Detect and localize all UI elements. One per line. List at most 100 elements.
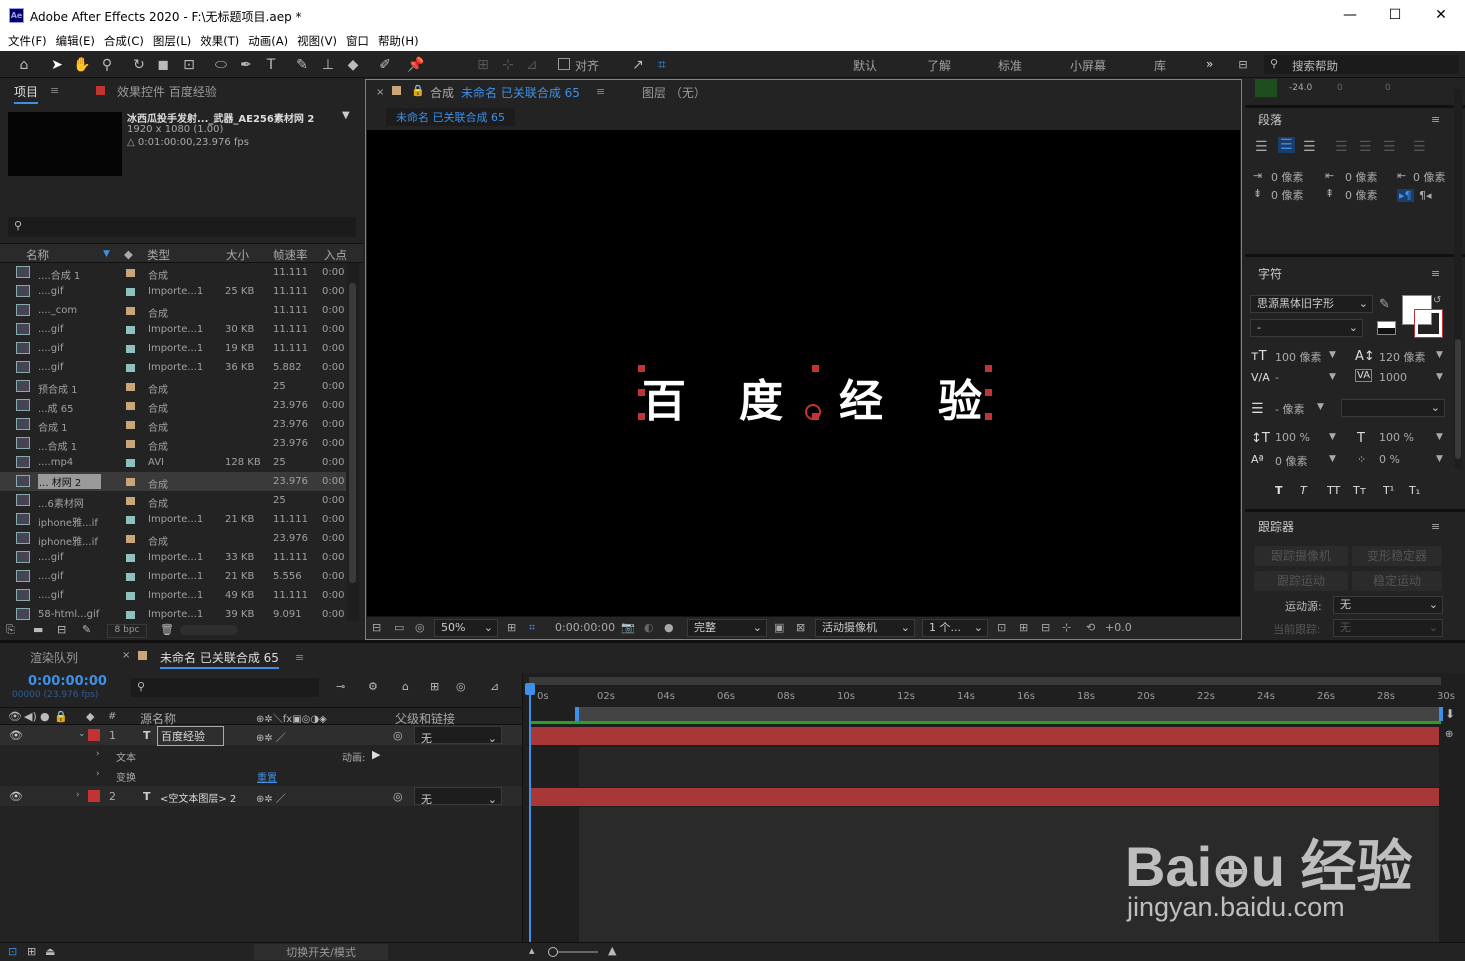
tsume-value[interactable]: 0 % — [1379, 453, 1400, 466]
timeline-icon[interactable]: ⊟ — [1041, 621, 1050, 634]
time-navigator[interactable] — [529, 677, 1441, 685]
region-icon[interactable]: ⌗ — [529, 621, 535, 635]
small-caps-button[interactable]: Tт — [1353, 484, 1366, 497]
selection-tool-icon[interactable]: ➤ — [47, 55, 67, 75]
current-track-select[interactable]: 无 ⌄ — [1333, 619, 1443, 637]
solo-icon[interactable]: ● — [40, 710, 50, 723]
delete-icon[interactable]: 🗑 — [160, 623, 174, 636]
label-swatch[interactable] — [126, 573, 135, 581]
workspace-library[interactable]: 库 — [1154, 57, 1166, 74]
comp-tab-prefix[interactable]: 合成 — [430, 84, 454, 101]
thumbnail-slider[interactable] — [180, 625, 238, 635]
video-toggle-icon[interactable]: 👁 — [8, 710, 22, 723]
label-swatch[interactable] — [126, 478, 135, 486]
project-item[interactable]: 58-html...gif Importe...1 39 KB 9.091 0:00 — [0, 605, 346, 621]
project-item[interactable]: ....合成 1 合成 11.111 0:00 — [0, 263, 346, 282]
transparency-grid-icon[interactable]: ⊠ — [796, 621, 805, 634]
viewer-timecode[interactable]: 0:00:00:00 — [555, 621, 615, 634]
project-item[interactable]: ...6素材网 合成 25 0:00 — [0, 491, 346, 510]
justify-all-icon[interactable]: ☰ — [1413, 139, 1426, 155]
roto-brush-tool-icon[interactable]: ✐ — [375, 55, 395, 75]
layer-switches-pane-icon[interactable]: ⊡ — [8, 945, 17, 958]
parent-select[interactable]: 无 ⌄ — [414, 726, 502, 745]
project-scrollbar[interactable] — [347, 263, 359, 621]
bpc-button[interactable]: 8 bpc — [107, 624, 147, 638]
camera-select[interactable]: 活动摄像机 ⌄ — [815, 619, 915, 637]
timeline-menu-icon[interactable]: ≡ — [295, 651, 304, 664]
layer-property-text[interactable]: › 文本 动画: ▶ — [0, 745, 522, 765]
home-icon[interactable]: ⌂ — [14, 55, 34, 75]
label-swatch[interactable] — [126, 326, 135, 334]
bbox-handle[interactable] — [985, 365, 992, 372]
project-item[interactable]: ....gif Importe...1 19 KB 11.111 0:00 — [0, 339, 346, 358]
col-in[interactable]: 入点 — [324, 247, 347, 263]
justify-right-icon[interactable]: ☰ — [1383, 139, 1396, 155]
lock-column-icon[interactable]: 🔒 — [54, 710, 68, 723]
project-item[interactable]: ....gif Importe...1 36 KB 5.882 0:00 — [0, 358, 346, 377]
comp-marker-icon[interactable]: ⬇ — [1445, 707, 1455, 721]
layer-tab[interactable]: 图层 （无） — [642, 84, 706, 101]
menu-item[interactable]: 编辑(E) — [54, 31, 102, 51]
stroke-width-value[interactable]: - 像素 — [1275, 401, 1304, 417]
interpret-footage-icon[interactable]: ⎘ — [6, 623, 15, 637]
swap-colors-icon[interactable]: ↺ — [1433, 295, 1441, 306]
pick-whip-icon[interactable]: ◎ — [393, 729, 403, 742]
label-swatch[interactable] — [126, 592, 135, 600]
bbox-handle[interactable] — [812, 365, 819, 372]
indent-right-value[interactable]: 0 像素 — [1413, 169, 1446, 185]
project-item[interactable]: 合成 1 合成 23.976 0:00 — [0, 415, 346, 434]
comp-menu-icon[interactable]: ≡ — [596, 85, 605, 98]
tracking-value[interactable]: 1000 — [1379, 371, 1407, 384]
layer-switches[interactable]: ⊕✲ ／ — [256, 790, 286, 805]
menu-item[interactable]: 视图(V) — [295, 31, 344, 51]
effects-control-tab[interactable]: 效果控件 百度经验 — [117, 83, 217, 100]
workspace-default[interactable]: 默认 — [853, 57, 877, 74]
shy-layers-icon[interactable]: ⌂ — [402, 680, 409, 693]
bbox-handle[interactable] — [638, 413, 645, 420]
draft-3d-icon[interactable]: ⚙ — [368, 680, 378, 693]
animate-menu-icon[interactable]: ▶ — [372, 748, 380, 761]
project-item[interactable]: ....mp4 AVI 128 KB 25 0:00 — [0, 453, 346, 472]
comp-tab-name[interactable]: 未命名 已关联合成 65 — [461, 84, 580, 101]
project-item[interactable]: ....gif Importe...1 49 KB 11.111 0:00 — [0, 586, 346, 605]
label-swatch[interactable] — [126, 364, 135, 372]
toggle-pixel-icon[interactable]: ⊡ — [997, 621, 1006, 634]
label-column-icon[interactable]: ◆ — [124, 247, 133, 261]
label-swatch[interactable] — [126, 345, 135, 353]
fast-preview-icon[interactable]: ⊞ — [1019, 621, 1028, 634]
project-item[interactable]: ....gif Importe...1 33 KB 11.111 0:00 — [0, 548, 346, 567]
motion-source-select[interactable]: 无 ⌄ — [1333, 596, 1443, 614]
close-tab-icon[interactable]: × — [376, 87, 384, 98]
label-swatch[interactable] — [126, 421, 135, 429]
anchor-point-icon[interactable] — [805, 404, 821, 420]
maximize-button[interactable]: ☐ — [1375, 4, 1415, 26]
label-swatch[interactable] — [126, 402, 135, 410]
align-checkbox[interactable] — [558, 58, 570, 70]
align-left-icon[interactable]: ☰ — [1255, 139, 1268, 155]
comp-button-icon[interactable]: ⊕ — [1445, 729, 1453, 740]
pan-behind-tool-icon[interactable]: ⊡ — [179, 55, 199, 75]
label-swatch[interactable] — [126, 307, 135, 315]
preview-icon[interactable]: ⊟ — [372, 621, 381, 634]
puppet-pin-tool-icon[interactable]: 📌 — [406, 55, 426, 75]
justify-left-icon[interactable]: ☰ — [1335, 139, 1348, 155]
label-swatch[interactable] — [126, 497, 135, 505]
layer-name[interactable]: 百度经验 — [157, 726, 224, 746]
ltr-direction-icon[interactable]: ▸¶ — [1397, 189, 1414, 202]
indent-left-value[interactable]: 0 像素 — [1271, 169, 1304, 185]
project-menu-icon[interactable]: ≡ — [50, 84, 59, 97]
faux-italic-button[interactable]: T — [1300, 484, 1307, 497]
project-item[interactable]: 预合成 1 合成 25 0:00 — [0, 377, 346, 396]
layer-row[interactable]: 👁 ⌄ 1 T 百度经验 ⊕✲ ／ ◎ 无 ⌄ — [0, 725, 522, 746]
zoom-tool-icon[interactable]: ⚲ — [97, 55, 117, 75]
paragraph-menu-icon[interactable]: ≡ — [1431, 113, 1440, 126]
bbox-handle[interactable] — [638, 365, 645, 372]
zoom-out-icon[interactable]: ▴ — [529, 944, 535, 957]
font-style-select[interactable]: - ⌄ — [1250, 319, 1363, 337]
menu-item[interactable]: 文件(F) — [6, 31, 54, 51]
lock-icon[interactable]: 🔒 — [411, 84, 425, 97]
project-tab[interactable]: 项目 — [14, 83, 39, 104]
bbox-handle[interactable] — [985, 389, 992, 396]
layer-name[interactable]: <空文本图层> 2 — [160, 790, 236, 805]
view-axis-icon[interactable]: ⊿ — [522, 55, 542, 75]
